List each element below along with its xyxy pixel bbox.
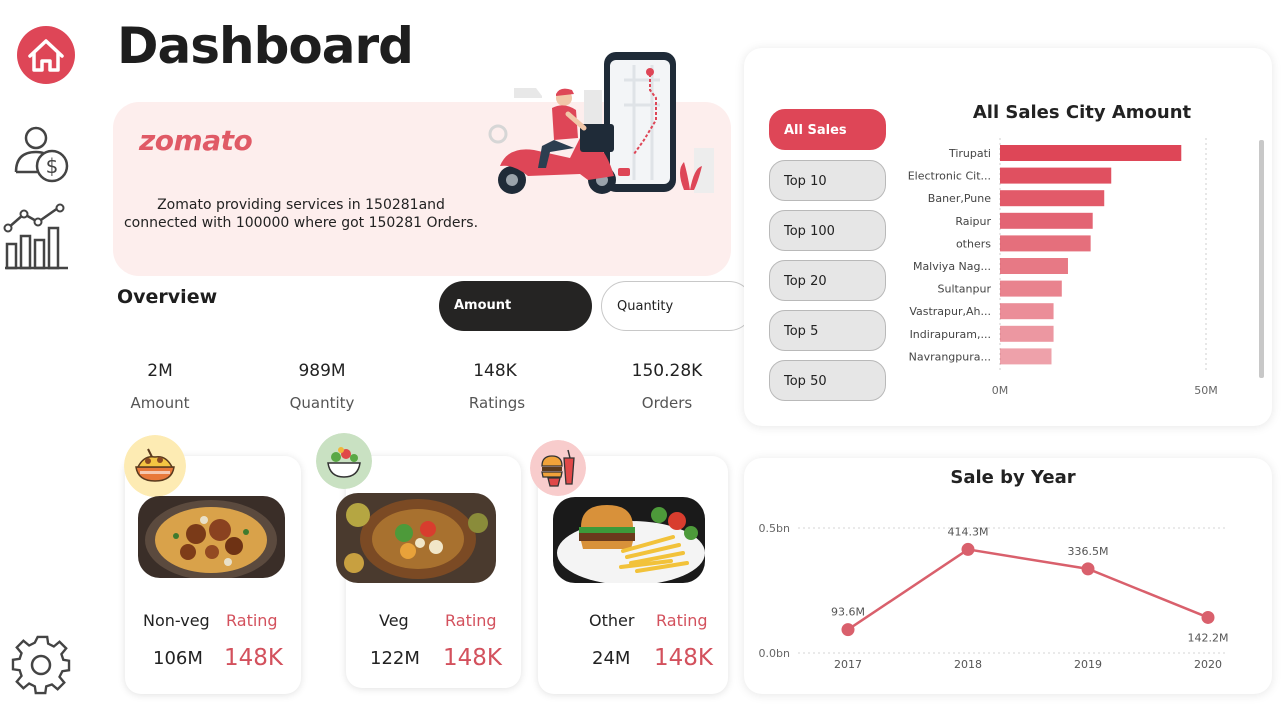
bar (1000, 258, 1068, 274)
zomato-logo: zomato (139, 124, 253, 157)
filter-top-10[interactable]: Top 10 (769, 160, 886, 201)
fast-food-icon (530, 440, 586, 496)
delivery-illustration (488, 52, 714, 194)
quantity-toggle-button[interactable]: Quantity (601, 281, 754, 331)
kpi-quantity-value: 989M (298, 361, 346, 381)
veg-label: Veg (379, 611, 409, 630)
bar (1000, 212, 1093, 229)
x-tick-label: 50M (1194, 384, 1218, 397)
bar (1000, 280, 1062, 297)
kpi-amount-value: 2M (147, 361, 173, 381)
x-tick-label: 2017 (834, 658, 862, 671)
svg-text:$: $ (46, 154, 59, 178)
category-label: Raipur (955, 215, 991, 228)
nonveg-label: Non-veg (143, 611, 210, 630)
data-label: 142.2M (1188, 631, 1229, 644)
biryani-bowl-icon (124, 435, 186, 497)
city-chart-title: All Sales City Amount (972, 102, 1192, 123)
category-label: Baner,Pune (928, 192, 991, 205)
sidebar: $ (0, 0, 84, 706)
kpi-ratings-value: 148K (473, 361, 517, 381)
x-tick-label: 2020 (1194, 658, 1222, 671)
other-rating-value: 148K (654, 645, 713, 671)
salad-bowl-icon (316, 433, 372, 489)
data-label: 414.3M (948, 525, 989, 538)
veg-value: 122M (370, 648, 420, 669)
city-bar-chart: Tirupati Electronic Cit... Baner,Pune Raipu… (908, 138, 1264, 397)
x-tick-label: 0M (992, 384, 1009, 397)
kpi-orders-value: 150.28K (631, 361, 703, 381)
filter-top-100[interactable]: Top 100 (769, 210, 886, 251)
nonveg-dish-image (138, 496, 285, 578)
chart-scrollbar[interactable] (1259, 140, 1264, 378)
other-dish-image (553, 497, 705, 583)
nonveg-value: 106M (153, 648, 203, 669)
sales-line (847, 548, 1209, 631)
x-tick-label: 2019 (1074, 658, 1102, 671)
nonveg-rating-label: Rating (226, 611, 278, 630)
category-label: Navrangpura... (909, 350, 991, 363)
other-value: 24M (592, 648, 631, 669)
home-icon[interactable] (6, 18, 76, 88)
bar (1000, 167, 1112, 184)
kpi-amount-label: Amount (130, 394, 190, 412)
banner-line-1: Zomato providing services in 150281and (157, 197, 445, 213)
veg-dish-image (336, 493, 496, 583)
x-tick-label: 2018 (954, 658, 982, 671)
kpi-ratings-label: Ratings (468, 394, 526, 412)
bar (1000, 145, 1182, 161)
veg-rating-value: 148K (443, 645, 502, 671)
filter-all-sales[interactable]: All Sales (769, 109, 886, 150)
page-title: Dashboard (117, 17, 414, 75)
category-label: others (956, 237, 991, 250)
other-rating-label: Rating (656, 611, 708, 630)
filter-top-20[interactable]: Top 20 (769, 260, 886, 301)
y-tick-label: 0.5bn (759, 522, 790, 535)
kpi-orders-label: Orders (641, 394, 693, 412)
filter-top-5[interactable]: Top 5 (769, 310, 886, 351)
data-point (841, 623, 855, 637)
bar (1000, 235, 1091, 252)
y-tick-label: 0.0bn (759, 647, 790, 660)
data-label: 93.6M (831, 606, 865, 619)
gear-icon[interactable] (6, 630, 76, 700)
bar (1000, 348, 1052, 365)
banner-line-2: connected with 100000 where got 150281 O… (123, 215, 479, 231)
category-label: Vastrapur,Ah... (909, 305, 991, 318)
bar (1000, 303, 1054, 320)
year-chart-title: Sale by Year (950, 467, 1076, 488)
category-label: Indirapuram,... (910, 328, 991, 341)
category-label: Electronic Cit... (908, 170, 991, 183)
kpi-quantity-label: Quantity (289, 394, 355, 412)
category-label: Tirupati (948, 147, 991, 160)
bar (1000, 190, 1105, 207)
data-label: 336.5M (1068, 545, 1109, 558)
data-point (1081, 562, 1095, 576)
data-point (1201, 610, 1215, 624)
other-label: Other (589, 611, 635, 630)
banner-description: Zomato providing services in 150281and c… (116, 196, 486, 232)
amount-toggle-button[interactable]: Amount (439, 281, 592, 331)
filter-top-50[interactable]: Top 50 (769, 360, 886, 401)
bar-line-chart-icon[interactable] (0, 200, 70, 270)
bar (1000, 325, 1054, 342)
user-money-icon[interactable]: $ (6, 120, 76, 190)
sale-by-year-line-chart: 0.0bn 0.5bn 93.6M 2017 414.3M 2018 336.5M 2019 1… (759, 522, 1229, 671)
veg-rating-label: Rating (445, 611, 497, 630)
nonveg-rating-value: 148K (224, 645, 283, 671)
overview-heading: Overview (117, 286, 218, 308)
category-label: Malviya Nag... (913, 260, 991, 273)
category-label: Sultanpur (937, 283, 991, 296)
data-point (961, 542, 975, 556)
